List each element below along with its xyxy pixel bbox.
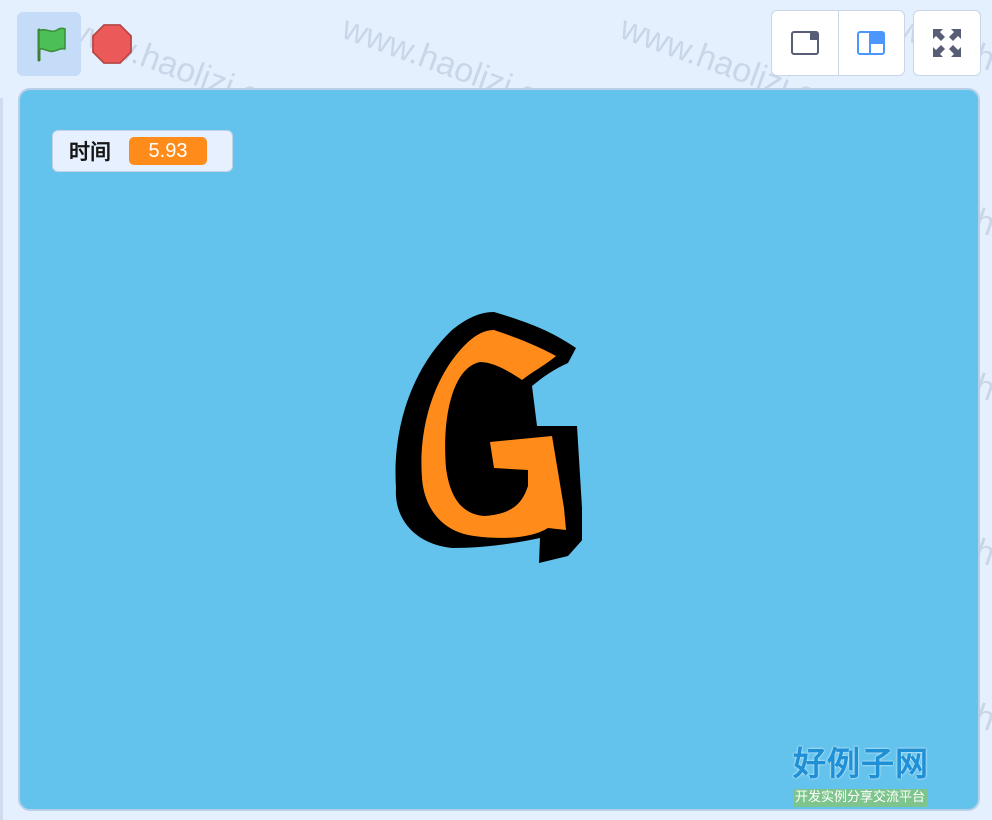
stop-button[interactable] [88,20,136,68]
fullscreen-icon [933,29,961,57]
variable-monitor[interactable]: 时间 5.93 [52,130,233,172]
stop-sign-icon [92,24,132,64]
stage-edge-divider [0,98,3,820]
variable-name: 时间 [69,140,111,164]
green-flag-icon [37,27,66,62]
green-flag-button[interactable] [17,12,81,76]
normal-stage-icon [857,31,886,55]
stage[interactable]: 时间 5.93 [18,88,980,811]
letter-g-sprite[interactable] [372,308,582,568]
variable-value: 5.93 [129,137,207,165]
small-stage-icon [790,31,819,55]
stage-size-toggle [771,10,905,76]
fullscreen-button[interactable] [913,10,981,76]
small-stage-button[interactable] [772,11,838,75]
normal-stage-button[interactable] [837,11,905,75]
